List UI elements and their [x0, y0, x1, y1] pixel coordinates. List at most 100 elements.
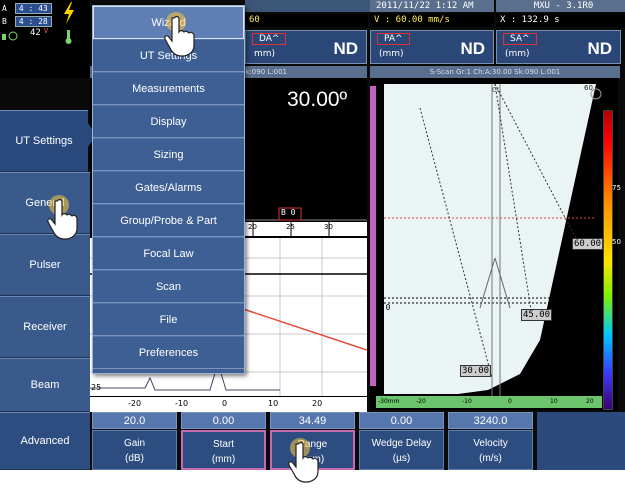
- param-unit: (µs): [392, 453, 411, 464]
- sidebar-item-label: UT Settings: [15, 135, 73, 147]
- sscan-cl-label: CL: [492, 86, 501, 94]
- ascan-left-tick: 25: [91, 383, 102, 392]
- param-gain[interactable]: 20.0 Gain (dB): [92, 412, 177, 470]
- param-unit: (mm): [211, 454, 236, 465]
- ascan-bottom-ruler: 25 -20 -10 0 10 20: [90, 383, 367, 412]
- ruler-tick: -10: [462, 398, 472, 405]
- param-value: 20.0: [92, 412, 177, 429]
- tap-hand-icon: [288, 438, 319, 483]
- menu-item-measurements[interactable]: Measurements: [93, 72, 244, 105]
- sidebar-item-label: Advanced: [20, 435, 70, 447]
- menu-item-scan[interactable]: Scan: [93, 270, 244, 303]
- beam-angle: 30.00º: [287, 88, 348, 111]
- status-panel: A 4 : 43 B 4 : 28 42 V: [0, 0, 90, 78]
- palette-mark: 50: [612, 238, 621, 246]
- param-value: 0.00: [181, 412, 266, 429]
- tap-hand-icon: [47, 195, 78, 240]
- header-value: 60: [245, 14, 368, 27]
- param-label: Wedge Delay: [371, 438, 432, 449]
- battery-a-time: 4 : 43: [14, 3, 52, 14]
- readout-da[interactable]: DA^ mm) ND: [245, 30, 367, 64]
- ruler-tick: -30mm: [378, 398, 400, 405]
- ascan-tick-label: 25: [286, 223, 295, 231]
- menu-item-sizing[interactable]: Sizing: [93, 138, 244, 171]
- menu-item-label: Group/Probe & Part: [120, 214, 217, 227]
- sscan-angle-marker: 60: [584, 84, 593, 92]
- menu-item-group-probe-part[interactable]: Group/Probe & Part: [93, 204, 244, 237]
- param-start[interactable]: 0.00 Start (mm): [181, 412, 266, 470]
- param-value: 0.00: [359, 412, 444, 429]
- sidebar-item-receiver[interactable]: Receiver: [0, 296, 90, 358]
- sscan-label-60: 60.00: [572, 238, 604, 250]
- sscan-label-45: 45.00: [521, 309, 553, 321]
- ruler-tick: 20: [312, 399, 323, 408]
- menu-item-label: Gates/Alarms: [135, 181, 202, 194]
- temperature-unit: V: [44, 27, 49, 35]
- menu-item-label: File: [159, 313, 178, 326]
- param-label: Velocity: [473, 438, 508, 449]
- velocity-readout: V : 60.00 mm/s: [370, 14, 494, 27]
- lightning-icon: [64, 2, 74, 24]
- ascan-gate-label: B 0: [281, 208, 296, 217]
- menu-item-label: Scan: [155, 280, 182, 293]
- ruler-tick: -20: [128, 399, 142, 408]
- tap-hand-icon: [164, 12, 195, 57]
- ruler-tick: 0: [508, 398, 512, 405]
- menu-item-focal-law[interactable]: Focal Law: [93, 237, 244, 270]
- ruler-tick: -10: [175, 399, 189, 408]
- sidebar-item-label: Receiver: [23, 321, 67, 333]
- readout-sa[interactable]: SA^ (mm) ND: [496, 30, 621, 64]
- sidebar-item-label: Beam: [30, 379, 60, 391]
- battery-b: B 4 : 28: [2, 16, 60, 27]
- ruler-tick: 0: [222, 399, 228, 408]
- menu-item-label: Preferences: [138, 346, 199, 359]
- param-bar-filler: [537, 412, 625, 470]
- menu-item-preferences[interactable]: Preferences: [93, 336, 244, 369]
- ruler-tick: -20: [416, 398, 426, 405]
- ut-settings-menu: Wizard UT Settings Measurements Display …: [92, 5, 245, 374]
- menu-item-label: Display: [150, 115, 187, 128]
- ruler-tick: 10: [268, 399, 279, 408]
- sscan-subheader: S-Scan Gr:1 Ch:A:30.00 Sk:090 L:001: [370, 66, 620, 78]
- sidebar-item-label: Pulser: [29, 259, 61, 271]
- menu-item-label: Measurements: [132, 82, 205, 95]
- flaw-detector-screen: A 4 : 43 B 4 : 28 42 V 2011/11/22 1:12 A…: [0, 0, 625, 470]
- ascan-tick-label: 20: [248, 223, 257, 231]
- param-value: 34.49: [270, 412, 355, 429]
- sidebar-item-pulser[interactable]: Pulser: [0, 234, 90, 296]
- sscan-horizontal-ruler: -30mm -20 -10 0 10 20: [376, 396, 602, 408]
- battery-a: A 4 : 43: [2, 3, 60, 14]
- position-readout: X : 132.9 s: [496, 14, 625, 27]
- param-value: 3240.0: [448, 412, 533, 429]
- param-unit: (m/s): [479, 453, 502, 464]
- ruler-tick: 10: [550, 398, 558, 405]
- sscan-label-30: 30.00: [460, 365, 492, 377]
- sidebar-item-ut-settings[interactable]: UT Settings: [0, 110, 96, 172]
- ascan-top-ruler: [245, 207, 367, 236]
- param-label: Gain: [123, 438, 146, 449]
- param-unit: (dB): [125, 453, 144, 464]
- datetime: 2011/11/22 1:12 AM: [370, 0, 494, 12]
- menu-item-gates-alarms[interactable]: Gates/Alarms: [93, 171, 244, 204]
- thermometer-icon: [65, 30, 72, 44]
- menu-item-display[interactable]: Display: [93, 105, 244, 138]
- menu-item-label: Sizing: [153, 148, 184, 161]
- sidebar-item-advanced[interactable]: Advanced: [0, 412, 90, 470]
- status-icons: 42 V: [2, 26, 88, 46]
- param-velocity[interactable]: 3240.0 Velocity (m/s): [448, 412, 533, 470]
- color-palette: [603, 110, 613, 410]
- wireless-icon: [2, 31, 18, 41]
- ascan-tick-label: 30: [324, 223, 333, 231]
- ruler-tick: 20: [586, 398, 594, 405]
- sscan-gate-label: B 0: [376, 303, 391, 312]
- readout-pa[interactable]: PA^ (mm) ND: [370, 30, 494, 64]
- menu-item-file[interactable]: File: [93, 303, 244, 336]
- palette-mark: 75: [612, 184, 621, 192]
- param-wedge-delay[interactable]: 0.00 Wedge Delay (µs): [359, 412, 444, 470]
- temperature-value: 42: [30, 28, 41, 38]
- sidebar-item-beam[interactable]: Beam: [0, 358, 90, 412]
- param-label: Start: [212, 439, 235, 450]
- model-version: MXU - 3.1R0: [496, 0, 625, 12]
- header-left: [245, 0, 370, 12]
- sscan-vertical-ruler: [370, 86, 376, 386]
